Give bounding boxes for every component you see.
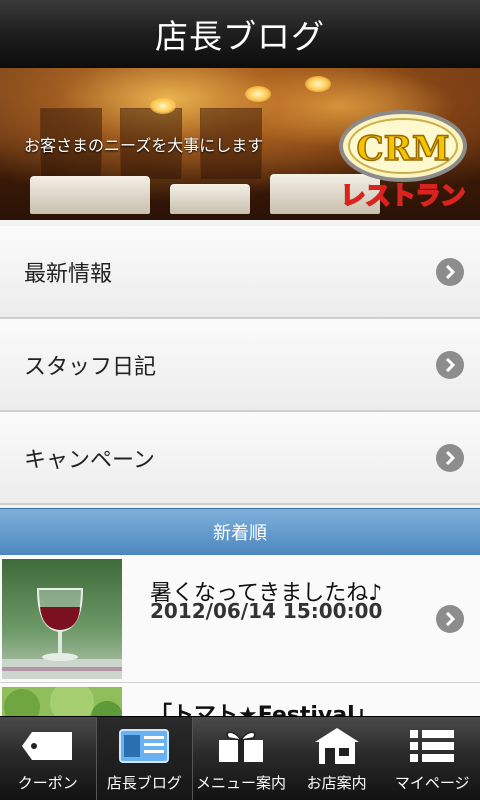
banner-table <box>30 176 150 214</box>
banner-tagline: お客さまのニーズを大事にします <box>24 136 264 155</box>
menu-item-campaign[interactable]: キャンペーン <box>0 412 480 505</box>
blog-post-item[interactable]: 暑くなってきましたね♪ 2012/06/14 15:00:00 <box>0 555 480 683</box>
page-title: 店長ブログ <box>155 17 325 56</box>
shop-icon <box>314 728 359 764</box>
category-menu: 最新情報 スタッフ日記 キャンペーン <box>0 226 480 505</box>
wine-glass-photo <box>2 559 122 679</box>
banner-lamp <box>150 98 176 114</box>
blog-icon <box>119 729 170 763</box>
tab-blog[interactable]: 店長ブログ <box>95 717 194 800</box>
section-header-newest: 新着順 <box>0 508 480 556</box>
tab-menu-guide[interactable]: メニュー案内 <box>193 717 289 800</box>
chevron-right-icon <box>436 443 464 472</box>
menu-item-label: キャンペーン <box>24 447 155 473</box>
tab-label: クーポン <box>17 774 78 792</box>
crm-restaurant-logo: CRM レストラン <box>339 110 467 211</box>
menu-item-label: スタッフ日記 <box>24 354 157 380</box>
gift-menu-icon <box>218 731 263 762</box>
logo-crm-text: CRM <box>357 129 450 169</box>
title-bar: 店長ブログ <box>0 0 480 69</box>
bottom-tab-bar: クーポン 店長ブログ メニュー案内 お店案内 マイページ <box>0 716 480 800</box>
chevron-right-icon <box>436 257 464 286</box>
tab-coupon[interactable]: クーポン <box>0 717 96 800</box>
banner-lamp <box>305 76 331 92</box>
app-screen: 店長ブログ お客さまのニーズを大事にします CRM レストラン 最新情報 スタッ… <box>0 0 480 800</box>
list-icon <box>410 730 455 762</box>
banner-table <box>170 184 250 214</box>
coupon-icon <box>21 732 72 760</box>
menu-item-staff-diary[interactable]: スタッフ日記 <box>0 319 480 412</box>
chevron-right-icon <box>436 350 464 379</box>
menu-item-latest-news[interactable]: 最新情報 <box>0 226 480 319</box>
tab-my-page[interactable]: マイページ <box>384 717 480 800</box>
chevron-right-icon <box>436 605 464 633</box>
tab-label: メニュー案内 <box>195 774 286 792</box>
restaurant-banner: お客さまのニーズを大事にします CRM レストラン <box>0 68 480 220</box>
tab-label: お店案内 <box>306 774 367 792</box>
banner-lamp <box>245 86 271 102</box>
tab-label: マイページ <box>394 774 470 792</box>
tab-shop-guide[interactable]: お店案内 <box>289 717 385 800</box>
tab-label: 店長ブログ <box>106 774 182 792</box>
logo-restaurant-text: レストラン <box>340 181 465 210</box>
blog-post-date: 2012/06/14 15:00:00 <box>150 599 383 623</box>
menu-item-label: 最新情報 <box>24 261 113 287</box>
